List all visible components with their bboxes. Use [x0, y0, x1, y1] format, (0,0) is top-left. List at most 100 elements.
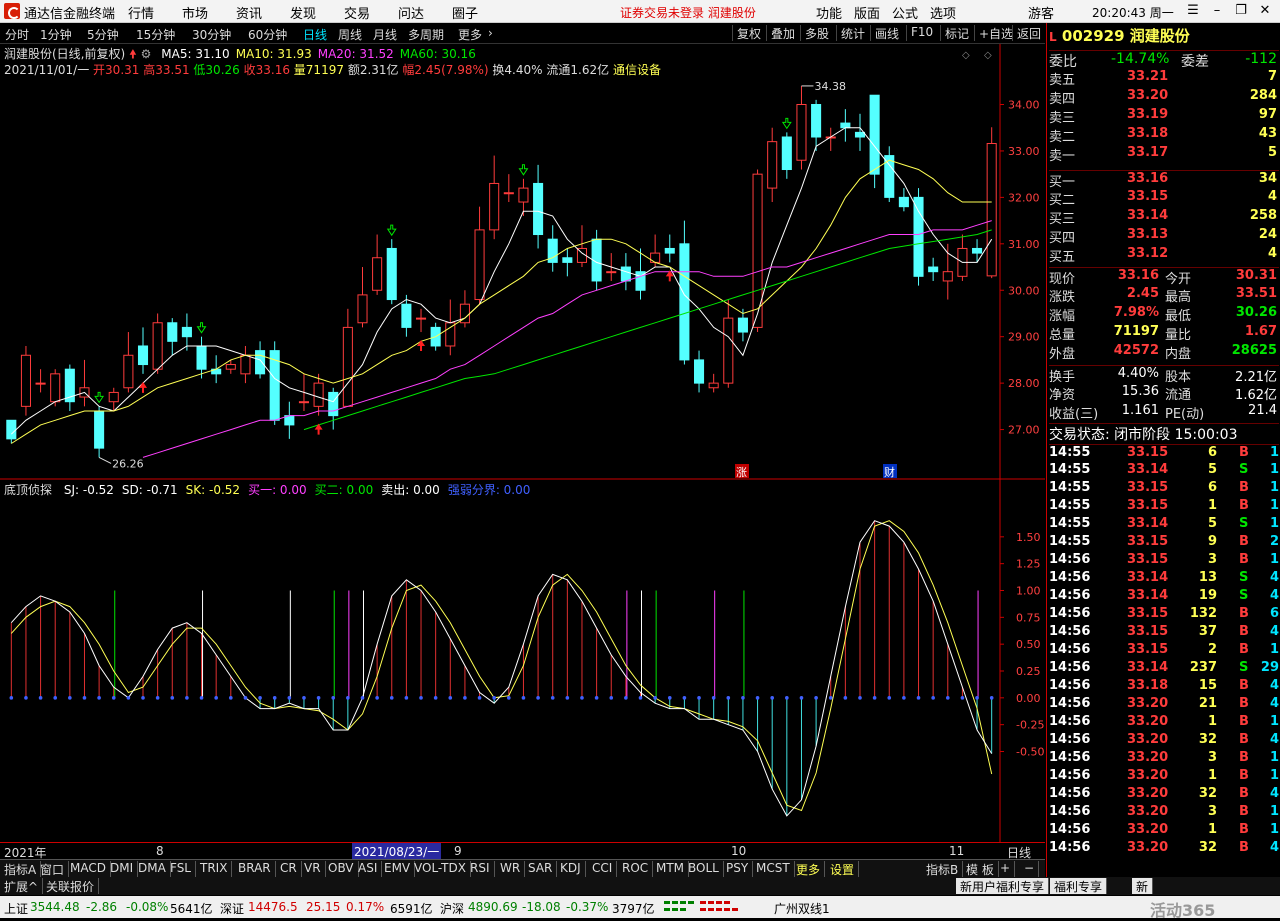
bid-row[interactable]: 买四 33.13 24 [1049, 227, 1279, 246]
expand-icon[interactable]: ◇ [984, 50, 992, 61]
tool-zixuan[interactable]: +自选 [974, 25, 1017, 41]
server-name[interactable]: 广州双线1 [774, 900, 830, 917]
tick-price: 33.14 [1127, 462, 1169, 477]
tab-indicator[interactable]: ASI [354, 861, 383, 877]
chevron-right-icon[interactable]: › [488, 26, 493, 40]
menu-gongneng[interactable]: 功能 [816, 3, 842, 22]
period-15min[interactable]: 15分钟 [136, 26, 175, 43]
period-more[interactable]: 更多 [458, 26, 482, 43]
tab-indicator[interactable]: CCI [588, 861, 618, 877]
bid-row[interactable]: 买一 33.16 34 [1049, 170, 1279, 190]
menu-shichang[interactable]: 市场 [182, 3, 208, 22]
bid-row[interactable]: 买三 33.14 258 [1049, 208, 1279, 227]
menu-zixun[interactable]: 资讯 [236, 3, 262, 22]
tab-indicator[interactable]: KDJ [556, 861, 586, 877]
sh-label[interactable]: 上证 [4, 900, 28, 917]
guest-label[interactable]: 游客 [1028, 3, 1054, 22]
tab-expand[interactable]: 扩展^ [0, 878, 44, 894]
tab-right[interactable]: 指标B [922, 861, 964, 877]
tab-indicator[interactable]: VR [300, 861, 326, 877]
bid-label: 买四 [1049, 231, 1076, 246]
tab-indicator[interactable]: BRAR [234, 861, 276, 877]
period-1min[interactable]: 1分钟 [40, 26, 72, 43]
menu-icon[interactable]: ☰ [1182, 2, 1204, 20]
tick-direction: B [1239, 840, 1249, 855]
collapse-icon[interactable]: ◇ [962, 50, 970, 61]
menu-gongshi[interactable]: 公式 [892, 3, 918, 22]
tab-indicator[interactable]: 更多 [792, 861, 826, 877]
tab-right[interactable]: + [996, 861, 1016, 877]
candle-body-up [796, 104, 807, 161]
minimize-icon[interactable]: – [1206, 2, 1228, 20]
indicator-chart[interactable]: 1.50 1.25 1.00 0.75 0.50 0.25 0.00 -0.25 -0.50 [0, 480, 1045, 842]
period-30min[interactable]: 30分钟 [192, 26, 231, 43]
bid-row[interactable]: 买五 33.12 4 [1049, 246, 1279, 265]
tab-indicator[interactable]: FSL [166, 861, 196, 877]
bid-row[interactable]: 买二 33.15 4 [1049, 189, 1279, 208]
candlestick-chart[interactable]: 34.00 33.00 32.00 31.00 30.00 29.00 28.00 27.00… [0, 44, 1045, 480]
zero-marker [682, 696, 687, 700]
tab-right[interactable]: − [1020, 861, 1040, 877]
close-icon[interactable]: ✕ [1254, 2, 1276, 20]
ask-row[interactable]: 卖三 33.19 97 [1049, 107, 1279, 126]
tab-right[interactable]: 模 板 [962, 861, 999, 877]
tab-indicator[interactable]: TRIX [196, 861, 233, 877]
menu-faxian[interactable]: 发现 [290, 3, 316, 22]
menu-jiaoyi[interactable]: 交易 [344, 3, 370, 22]
tab-welfare[interactable]: 福利专享 [1050, 878, 1108, 894]
tick-direction: B [1239, 642, 1249, 657]
tool-biaoji[interactable]: 标记 [940, 25, 973, 41]
tab-indicator[interactable]: WR [496, 861, 526, 877]
ask-row[interactable]: 卖二 33.18 43 [1049, 126, 1279, 145]
tab-indicator[interactable]: BOLL [684, 861, 724, 877]
tool-fanhui[interactable]: 返回 [1012, 25, 1045, 41]
zero-marker [814, 696, 818, 700]
period-5min[interactable]: 5分钟 [87, 26, 119, 43]
tab-indicator[interactable]: CR [276, 861, 302, 877]
menu-quanzi[interactable]: 圈子 [452, 3, 478, 22]
tab-indicator[interactable]: MACD [66, 861, 111, 877]
menu-hangqing[interactable]: 行情 [128, 3, 154, 22]
tab-indicator[interactable]: 设置 [826, 861, 860, 877]
candle-body-up [357, 294, 368, 324]
tab-indicator[interactable]: PSY [722, 861, 754, 877]
period-day[interactable]: 日线 [303, 26, 327, 43]
tool-huaxian[interactable]: 画线 [870, 25, 903, 41]
sz-label[interactable]: 深证 [220, 900, 244, 917]
tab-indicator[interactable]: MCST [752, 861, 795, 877]
period-60min[interactable]: 60分钟 [248, 26, 287, 43]
tab-indicator[interactable]: SAR [524, 861, 558, 877]
tool-tongji[interactable]: 统计 [836, 25, 869, 41]
ask-row[interactable]: 卖五 33.21 7 [1049, 69, 1279, 88]
candle-body-down [913, 196, 924, 277]
ask-row[interactable]: 卖四 33.20 284 [1049, 88, 1279, 107]
login-warning[interactable]: 证券交易未登录 润建股份 [620, 4, 756, 21]
maximize-icon[interactable]: ❐ [1230, 2, 1252, 20]
tick-time: 14:56 [1049, 678, 1091, 693]
tool-diejia[interactable]: 叠加 [766, 25, 799, 41]
tool-fuquan[interactable]: 复权 [732, 25, 765, 41]
menu-wenda[interactable]: 问达 [398, 3, 424, 22]
ask-volume: 284 [1249, 88, 1277, 103]
period-week[interactable]: 周线 [338, 26, 362, 43]
event-cai-label[interactable]: 财 [884, 465, 895, 479]
menu-xuanxiang[interactable]: 选项 [930, 3, 956, 22]
tool-f10[interactable]: F10 [906, 25, 937, 41]
tab-new-user-welfare[interactable]: 新用户福利专享 [956, 878, 1050, 894]
period-multi[interactable]: 多周期 [408, 26, 444, 43]
period-fenshi[interactable]: 分时 [5, 26, 29, 43]
tick-price: 33.14 [1127, 570, 1169, 585]
tab-related-quotes[interactable]: 关联报价 [42, 878, 100, 894]
tab-indicator[interactable]: 窗口 [36, 861, 70, 877]
hs-label[interactable]: 沪深 [440, 900, 464, 917]
period-month[interactable]: 月线 [373, 26, 397, 43]
event-zhang-label[interactable]: 涨 [736, 466, 747, 479]
tool-duogu[interactable]: 多股 [800, 25, 833, 41]
ask-row[interactable]: 卖一 33.17 5 [1049, 145, 1279, 164]
tab-indicator[interactable]: VOL-TDX [410, 861, 471, 877]
tab-indicator[interactable]: RSI [466, 861, 495, 877]
tab-indicator[interactable]: ROC [618, 861, 654, 877]
menu-banmian[interactable]: 版面 [854, 3, 880, 22]
tab-new[interactable]: 新 [1132, 878, 1154, 894]
candle-body-up [225, 364, 236, 370]
